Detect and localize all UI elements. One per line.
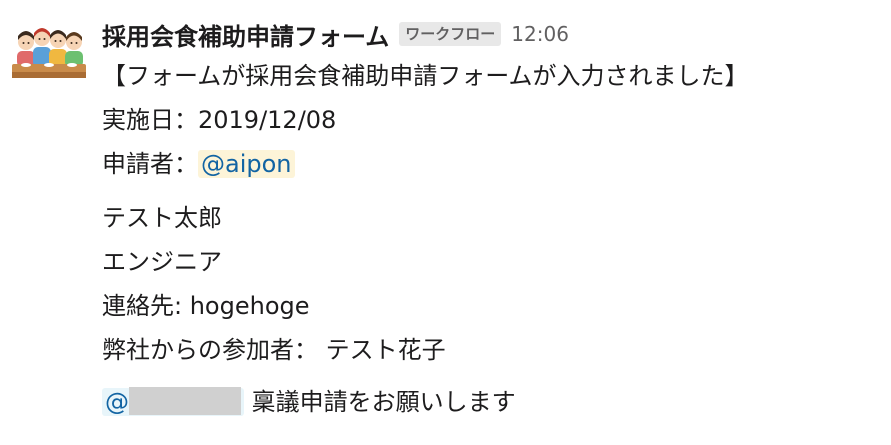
candidate-name-line: テスト太郎: [102, 204, 222, 232]
group-of-people-icon: [12, 28, 86, 78]
applicant-line: 申請者： @aipon: [102, 142, 882, 186]
sender-avatar[interactable]: [12, 22, 86, 82]
approval-line: @ 稟議申請をお願いします: [102, 380, 882, 424]
date-line: 実施日：2019/12/08: [102, 98, 882, 142]
contact-label: 連絡先:: [102, 292, 190, 320]
approval-request-text: 稟議申請をお願いします: [244, 388, 516, 416]
date-value: 2019/12/08: [198, 106, 337, 134]
candidate-role-line: エンジニア: [102, 248, 222, 276]
attendee-label: 弊社からの参加者：: [102, 336, 326, 364]
redacted-username: [129, 387, 241, 415]
attendee-line: 弊社からの参加者： テスト花子: [102, 328, 882, 372]
contact-value: hogehoge: [189, 292, 310, 320]
approver-mention[interactable]: @: [102, 387, 244, 416]
attendee-value: テスト花子: [325, 336, 446, 364]
message-content: 採用会食補助申請フォーム ワークフロー 12:06 【フォームが採用会食補助申請…: [102, 14, 882, 424]
sender-name[interactable]: 採用会食補助申請フォーム: [102, 17, 389, 52]
applicant-label: 申請者：: [102, 150, 198, 178]
message-header: 採用会食補助申請フォーム ワークフロー 12:06: [102, 14, 882, 54]
form-title-line: 【フォームが採用会食補助申請フォームが入力されました】: [102, 62, 749, 90]
contact-line: 連絡先: hogehoge: [102, 284, 882, 328]
timestamp[interactable]: 12:06: [511, 22, 569, 46]
approver-mention-prefix: @: [105, 388, 129, 416]
workflow-badge: ワークフロー: [399, 22, 502, 46]
date-label: 実施日：: [102, 106, 198, 134]
workflow-message: 採用会食補助申請フォーム ワークフロー 12:06 【フォームが採用会食補助申請…: [0, 0, 891, 445]
applicant-mention[interactable]: @aipon: [198, 150, 295, 178]
